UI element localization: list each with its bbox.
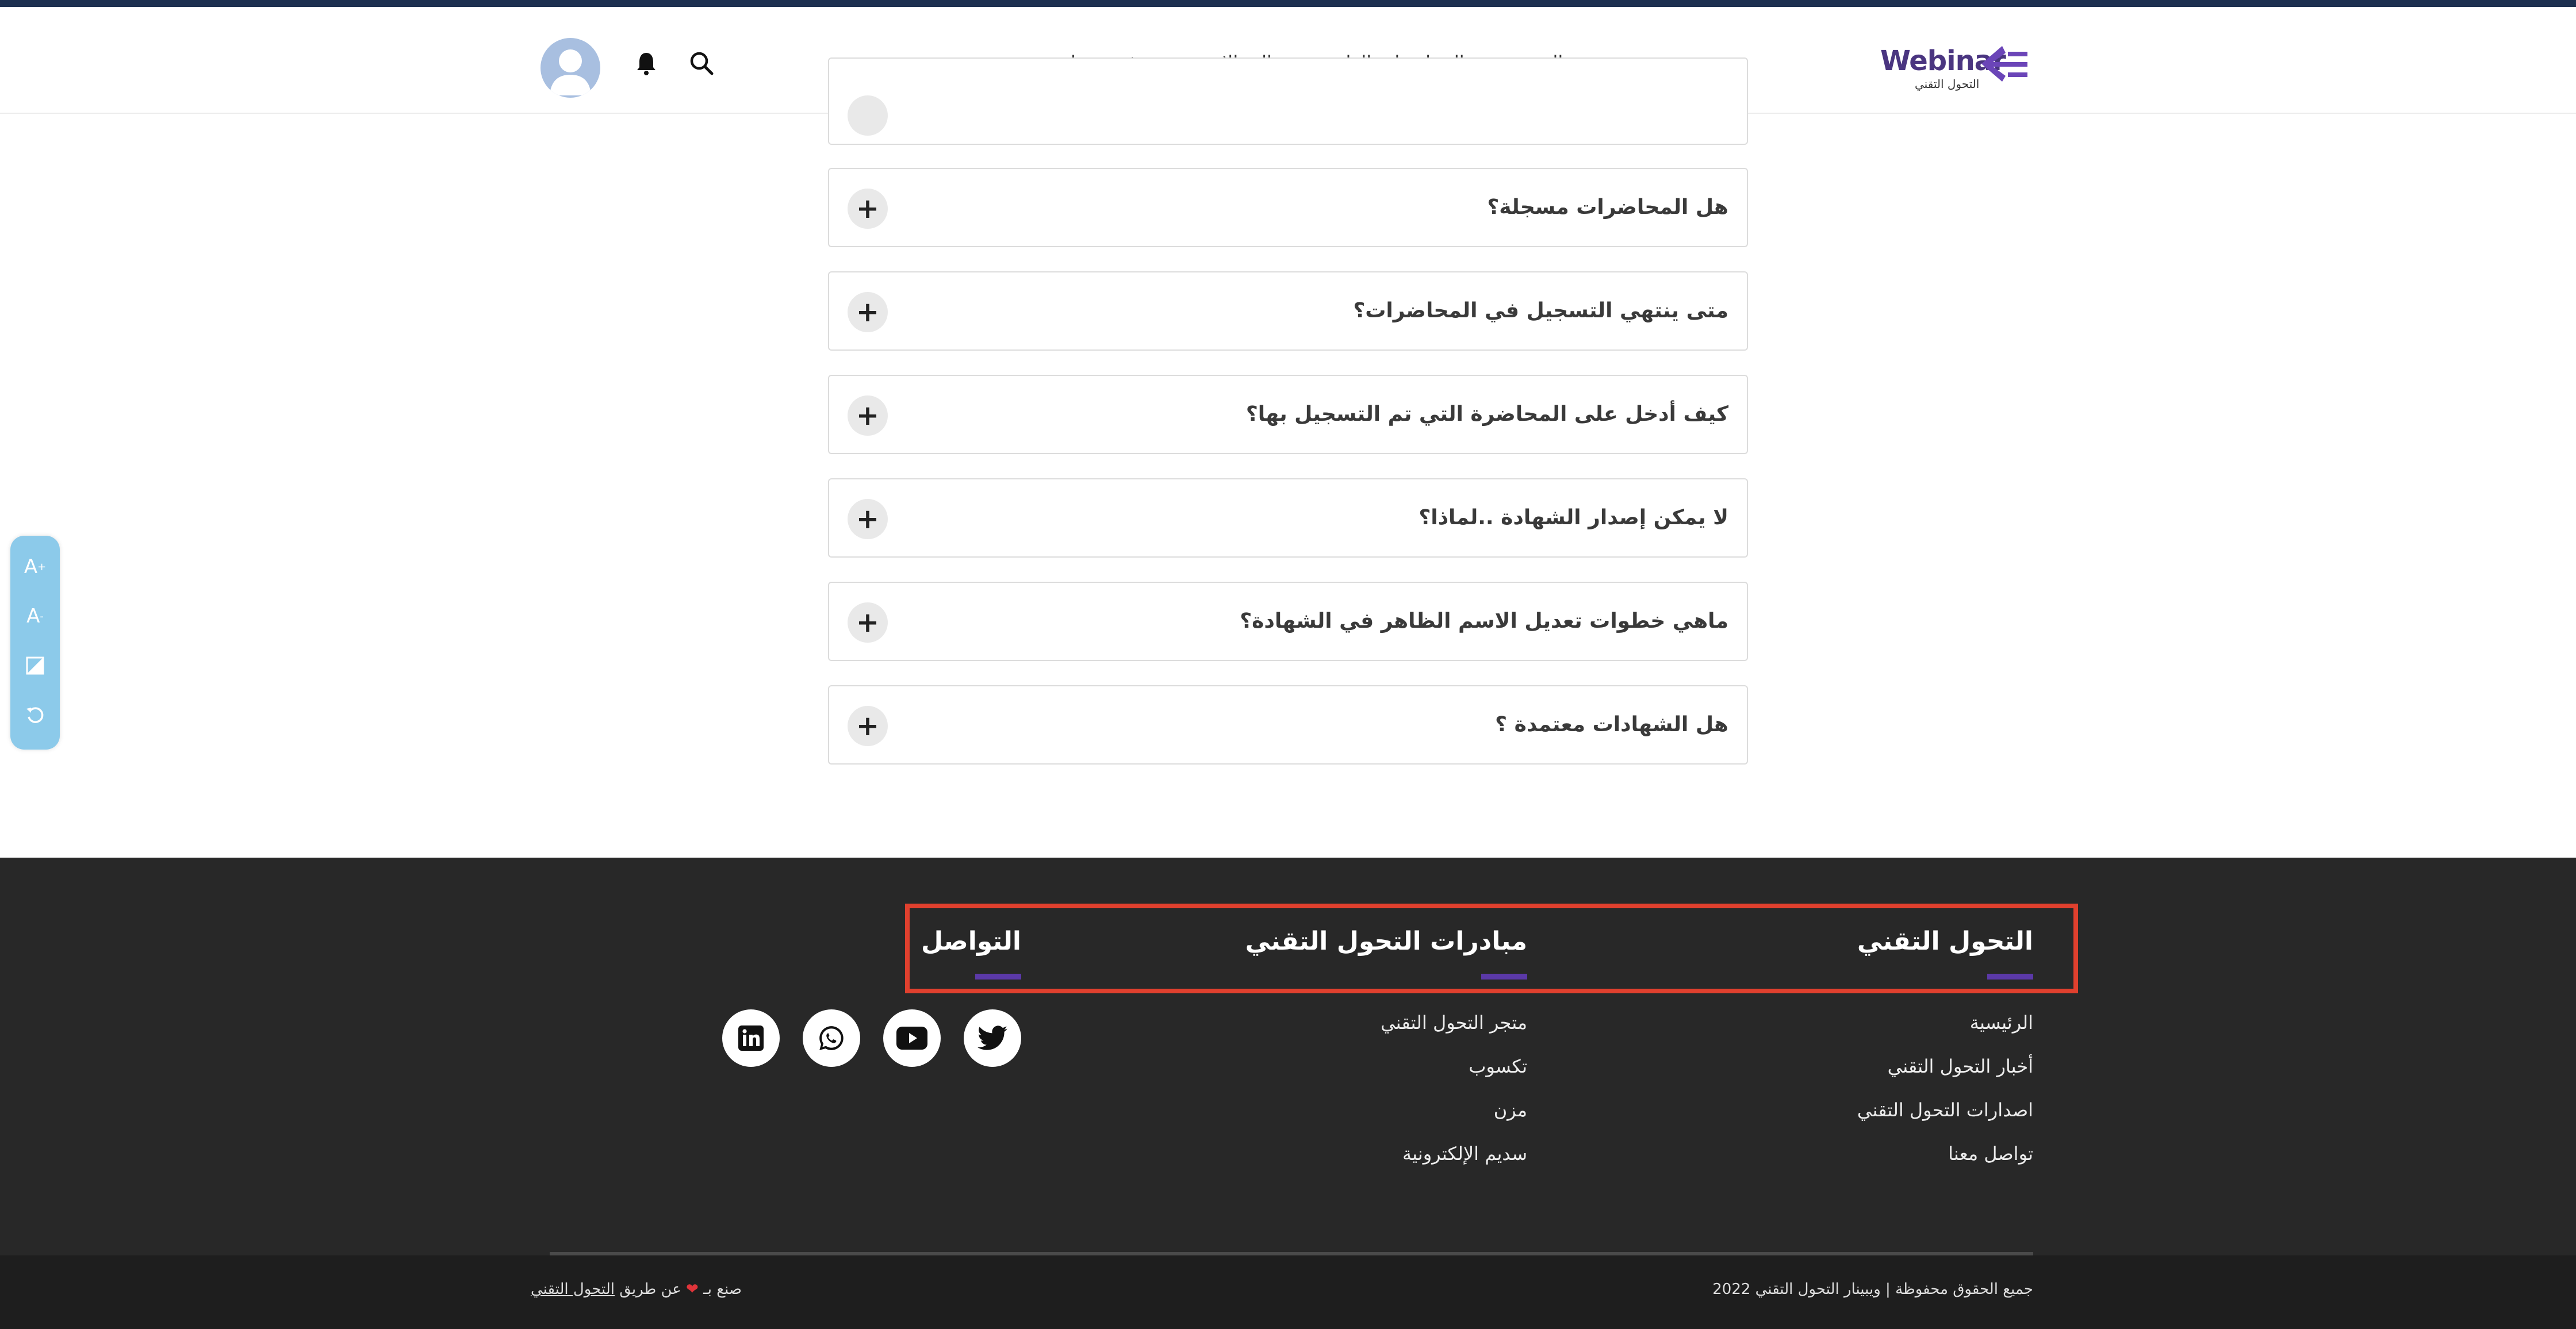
whatsapp-button[interactable] [803, 1009, 860, 1067]
logo-subtitle: التحول التقني [1915, 77, 1980, 91]
faq-toggle-button[interactable]: + [848, 602, 888, 643]
faq-item[interactable]: ماهي خطوات تعديل الاسم الظاهر في الشهادة… [828, 582, 1748, 661]
faq-question: هل الشهادات معتمدة ؟ [1495, 713, 1728, 736]
twitter-button[interactable] [964, 1009, 1021, 1067]
faq-item-partial[interactable] [828, 57, 1748, 145]
search-icon [690, 52, 714, 75]
made-prefix: صنع بـ [703, 1281, 742, 1298]
made-by-link[interactable]: التحول التقني [531, 1281, 615, 1298]
contrast-icon [26, 656, 44, 675]
faq-item[interactable]: هل المحاضرات مسجلة؟ + [828, 168, 1748, 247]
contrast-button[interactable] [10, 643, 60, 689]
faq-toggle-button[interactable]: + [848, 189, 888, 229]
reset-button[interactable] [10, 692, 60, 738]
youtube-icon [896, 1027, 927, 1050]
footer-title-underline [1987, 974, 2033, 980]
logo-arrow-icon [1981, 46, 2027, 82]
font-decrease-button[interactable]: A- [10, 593, 60, 639]
font-increase-button[interactable]: A + [10, 544, 60, 590]
footer-bottom-bar [0, 1255, 2576, 1329]
made-suffix: عن طريق [619, 1281, 681, 1298]
notifications-button[interactable] [632, 49, 660, 77]
footer-link-home[interactable]: الرئيسية [1970, 1012, 2033, 1034]
bell-icon [637, 53, 656, 75]
footer-link-muzn[interactable]: مزن [1494, 1099, 1527, 1121]
user-avatar[interactable] [540, 38, 600, 98]
twitter-icon [977, 1025, 1007, 1050]
footer-col-title-initiatives: مبادرات التحول التقني [1245, 927, 1527, 956]
reset-icon [26, 707, 44, 723]
linkedin-icon [738, 1025, 764, 1051]
made-by-text: صنع بـ ❤ عن طريق التحول التقني [531, 1281, 742, 1298]
youtube-button[interactable] [883, 1009, 941, 1067]
faq-toggle-button[interactable]: + [848, 499, 888, 539]
faq-toggle-button[interactable]: + [848, 292, 888, 332]
faq-item[interactable]: هل الشهادات معتمدة ؟ + [828, 685, 1748, 765]
copyright-text: جميع الحقوق محفوظة | ويبينار التحول التق… [1712, 1281, 2033, 1298]
faq-question: كيف أدخل على المحاضرة التي تم التسجيل به… [1245, 402, 1728, 426]
faq-item[interactable]: متى ينتهي التسجيل في المحاضرات؟ + [828, 271, 1748, 351]
faq-question: ماهي خطوات تعديل الاسم الظاهر في الشهادة… [1240, 609, 1728, 633]
faq-question: هل المحاضرات مسجلة؟ [1487, 195, 1728, 219]
font-decrease-icon: A [26, 605, 40, 628]
footer-title-underline [1481, 974, 1527, 980]
top-accent-line [0, 0, 2576, 7]
faq-toggle-button[interactable]: + [848, 395, 888, 436]
footer-link-sadeem[interactable]: سديم الإلكترونية [1402, 1143, 1527, 1165]
faq-item[interactable]: كيف أدخل على المحاضرة التي تم التسجيل به… [828, 375, 1748, 454]
faq-toggle-button[interactable]: + [848, 706, 888, 746]
site-logo[interactable]: Webinar التحول التقني [1880, 41, 2030, 93]
footer-link-store[interactable]: متجر التحول التقني [1381, 1012, 1527, 1034]
user-icon [550, 49, 591, 95]
faq-item[interactable]: لا يمكن إصدار الشهادة ..لماذا؟ + [828, 478, 1748, 558]
footer-col-title-tahawul: التحول التقني [1857, 927, 2033, 956]
footer-link-contact[interactable]: تواصل معنا [1948, 1143, 2033, 1165]
faq-toggle-button-partial[interactable] [848, 95, 888, 136]
heart-icon: ❤ [686, 1281, 699, 1298]
footer-title-underline [975, 974, 1021, 980]
linkedin-button[interactable] [722, 1009, 780, 1067]
search-button[interactable] [688, 49, 715, 77]
faq-question: لا يمكن إصدار الشهادة ..لماذا؟ [1419, 506, 1728, 529]
footer-link-releases[interactable]: اصدارات التحول التقني [1857, 1099, 2033, 1121]
accessibility-toolbar: A + A- [10, 536, 60, 750]
font-increase-icon: A [24, 555, 38, 578]
whatsapp-icon [819, 1026, 844, 1050]
faq-question: متى ينتهي التسجيل في المحاضرات؟ [1353, 299, 1728, 322]
footer-link-tkasob[interactable]: تكسوب [1469, 1055, 1527, 1077]
footer-link-news[interactable]: أخبار التحول التقني [1888, 1055, 2033, 1077]
footer-col-title-contact: التواصل [921, 927, 1021, 956]
